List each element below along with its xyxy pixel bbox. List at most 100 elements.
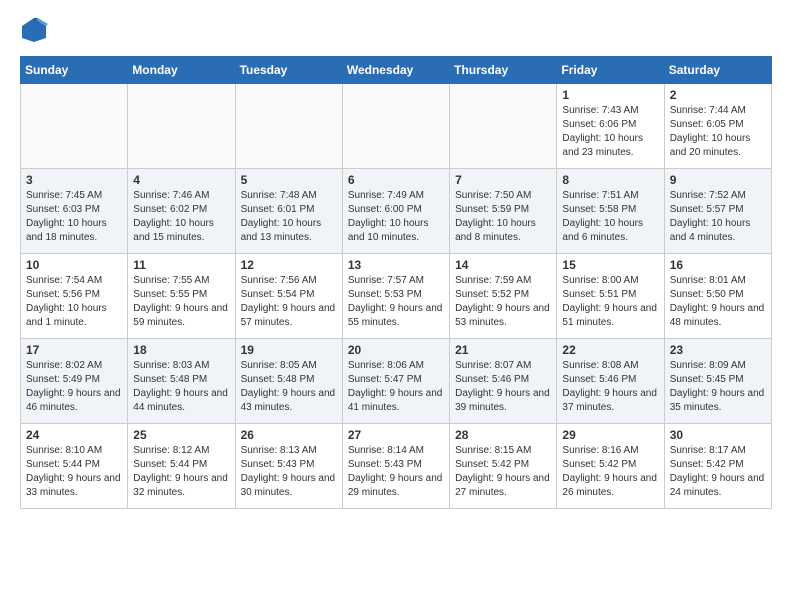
day-cell: 17 Sunrise: 8:02 AMSunset: 5:49 PMDayligh… (21, 339, 128, 424)
day-number: 11 (133, 258, 229, 272)
day-info: Sunrise: 7:49 AMSunset: 6:00 PMDaylight:… (348, 189, 444, 245)
day-number: 25 (133, 428, 229, 442)
weekday-thursday: Thursday (450, 57, 557, 84)
day-info: Sunrise: 7:57 AMSunset: 5:53 PMDaylight:… (348, 274, 444, 330)
day-number: 1 (562, 88, 658, 102)
day-cell: 7 Sunrise: 7:50 AMSunset: 5:59 PMDaylight… (450, 169, 557, 254)
day-info: Sunrise: 8:14 AMSunset: 5:43 PMDaylight:… (348, 444, 444, 500)
week-row-2: 3Sunrise: 7:45 AMSunset: 6:03 PMDaylight… (21, 169, 772, 254)
day-cell (128, 84, 235, 169)
day-cell: 27 Sunrise: 8:14 AMSunset: 5:43 PMDayligh… (342, 424, 449, 509)
logo-icon (20, 16, 48, 44)
day-info: Sunrise: 8:17 AMSunset: 5:42 PMDaylight:… (670, 444, 766, 500)
day-info: Sunrise: 8:00 AMSunset: 5:51 PMDaylight:… (562, 274, 658, 330)
day-cell (21, 84, 128, 169)
header (20, 16, 772, 44)
day-info: Sunrise: 7:51 AMSunset: 5:58 PMDaylight:… (562, 189, 658, 245)
day-cell: 2Sunrise: 7:44 AMSunset: 6:05 PMDaylight… (664, 84, 771, 169)
day-info: Sunrise: 7:45 AMSunset: 6:03 PMDaylight:… (26, 189, 122, 245)
day-number: 8 (562, 173, 658, 187)
day-cell: 20 Sunrise: 8:06 AMSunset: 5:47 PMDayligh… (342, 339, 449, 424)
day-info: Sunrise: 8:12 AMSunset: 5:44 PMDaylight:… (133, 444, 229, 500)
day-number: 19 (241, 343, 337, 357)
day-number: 10 (26, 258, 122, 272)
day-info: Sunrise: 7:48 AMSunset: 6:01 PMDaylight:… (241, 189, 337, 245)
day-cell: 11 Sunrise: 7:55 AMSunset: 5:55 PMDayligh… (128, 254, 235, 339)
day-cell (342, 84, 449, 169)
weekday-monday: Monday (128, 57, 235, 84)
day-number: 15 (562, 258, 658, 272)
week-row-1: 1Sunrise: 7:43 AMSunset: 6:06 PMDaylight… (21, 84, 772, 169)
day-cell: 23 Sunrise: 8:09 AMSunset: 5:45 PMDayligh… (664, 339, 771, 424)
day-info: Sunrise: 7:50 AMSunset: 5:59 PMDaylight:… (455, 189, 551, 245)
day-number: 18 (133, 343, 229, 357)
day-number: 17 (26, 343, 122, 357)
day-number: 23 (670, 343, 766, 357)
day-info: Sunrise: 8:10 AMSunset: 5:44 PMDaylight:… (26, 444, 122, 500)
day-number: 21 (455, 343, 551, 357)
weekday-sunday: Sunday (21, 57, 128, 84)
day-number: 29 (562, 428, 658, 442)
day-cell (235, 84, 342, 169)
day-info: Sunrise: 8:03 AMSunset: 5:48 PMDaylight:… (133, 359, 229, 415)
day-info: Sunrise: 7:55 AMSunset: 5:55 PMDaylight:… (133, 274, 229, 330)
weekday-wednesday: Wednesday (342, 57, 449, 84)
day-cell: 28Sunrise: 8:15 AMSunset: 5:42 PMDayligh… (450, 424, 557, 509)
day-cell: 6 Sunrise: 7:49 AMSunset: 6:00 PMDaylight… (342, 169, 449, 254)
week-row-3: 10 Sunrise: 7:54 AMSunset: 5:56 PMDayligh… (21, 254, 772, 339)
day-number: 6 (348, 173, 444, 187)
day-number: 22 (562, 343, 658, 357)
day-number: 26 (241, 428, 337, 442)
day-cell (450, 84, 557, 169)
day-number: 5 (241, 173, 337, 187)
day-number: 30 (670, 428, 766, 442)
day-cell: 5 Sunrise: 7:48 AMSunset: 6:01 PMDaylight… (235, 169, 342, 254)
week-row-4: 17 Sunrise: 8:02 AMSunset: 5:49 PMDayligh… (21, 339, 772, 424)
day-cell: 21 Sunrise: 8:07 AMSunset: 5:46 PMDayligh… (450, 339, 557, 424)
calendar: SundayMondayTuesdayWednesdayThursdayFrid… (20, 56, 772, 509)
day-info: Sunrise: 8:09 AMSunset: 5:45 PMDaylight:… (670, 359, 766, 415)
day-cell: 18 Sunrise: 8:03 AMSunset: 5:48 PMDayligh… (128, 339, 235, 424)
day-info: Sunrise: 7:46 AMSunset: 6:02 PMDaylight:… (133, 189, 229, 245)
day-number: 14 (455, 258, 551, 272)
page: SundayMondayTuesdayWednesdayThursdayFrid… (0, 0, 792, 529)
day-cell: 4 Sunrise: 7:46 AMSunset: 6:02 PMDaylight… (128, 169, 235, 254)
day-cell: 15 Sunrise: 8:00 AMSunset: 5:51 PMDayligh… (557, 254, 664, 339)
day-cell: 8 Sunrise: 7:51 AMSunset: 5:58 PMDaylight… (557, 169, 664, 254)
day-info: Sunrise: 7:44 AMSunset: 6:05 PMDaylight:… (670, 104, 766, 160)
day-info: Sunrise: 8:06 AMSunset: 5:47 PMDaylight:… (348, 359, 444, 415)
day-cell: 29Sunrise: 8:16 AMSunset: 5:42 PMDayligh… (557, 424, 664, 509)
day-info: Sunrise: 7:56 AMSunset: 5:54 PMDaylight:… (241, 274, 337, 330)
day-info: Sunrise: 8:07 AMSunset: 5:46 PMDaylight:… (455, 359, 551, 415)
day-cell: 3Sunrise: 7:45 AMSunset: 6:03 PMDaylight… (21, 169, 128, 254)
day-info: Sunrise: 8:02 AMSunset: 5:49 PMDaylight:… (26, 359, 122, 415)
week-row-5: 24 Sunrise: 8:10 AMSunset: 5:44 PMDayligh… (21, 424, 772, 509)
day-cell: 26 Sunrise: 8:13 AMSunset: 5:43 PMDayligh… (235, 424, 342, 509)
day-info: Sunrise: 8:05 AMSunset: 5:48 PMDaylight:… (241, 359, 337, 415)
day-number: 4 (133, 173, 229, 187)
weekday-friday: Friday (557, 57, 664, 84)
day-cell: 9Sunrise: 7:52 AMSunset: 5:57 PMDaylight… (664, 169, 771, 254)
day-number: 20 (348, 343, 444, 357)
weekday-header-row: SundayMondayTuesdayWednesdayThursdayFrid… (21, 57, 772, 84)
day-info: Sunrise: 8:13 AMSunset: 5:43 PMDaylight:… (241, 444, 337, 500)
day-info: Sunrise: 7:59 AMSunset: 5:52 PMDaylight:… (455, 274, 551, 330)
day-number: 13 (348, 258, 444, 272)
logo (20, 16, 52, 44)
day-info: Sunrise: 8:08 AMSunset: 5:46 PMDaylight:… (562, 359, 658, 415)
day-info: Sunrise: 7:54 AMSunset: 5:56 PMDaylight:… (26, 274, 122, 330)
day-cell: 24 Sunrise: 8:10 AMSunset: 5:44 PMDayligh… (21, 424, 128, 509)
day-cell: 25 Sunrise: 8:12 AMSunset: 5:44 PMDayligh… (128, 424, 235, 509)
weekday-tuesday: Tuesday (235, 57, 342, 84)
day-number: 12 (241, 258, 337, 272)
day-cell: 12 Sunrise: 7:56 AMSunset: 5:54 PMDayligh… (235, 254, 342, 339)
day-number: 9 (670, 173, 766, 187)
day-number: 27 (348, 428, 444, 442)
day-number: 28 (455, 428, 551, 442)
day-number: 16 (670, 258, 766, 272)
day-cell: 30 Sunrise: 8:17 AMSunset: 5:42 PMDayligh… (664, 424, 771, 509)
day-cell: 1Sunrise: 7:43 AMSunset: 6:06 PMDaylight… (557, 84, 664, 169)
day-number: 7 (455, 173, 551, 187)
weekday-saturday: Saturday (664, 57, 771, 84)
day-number: 24 (26, 428, 122, 442)
